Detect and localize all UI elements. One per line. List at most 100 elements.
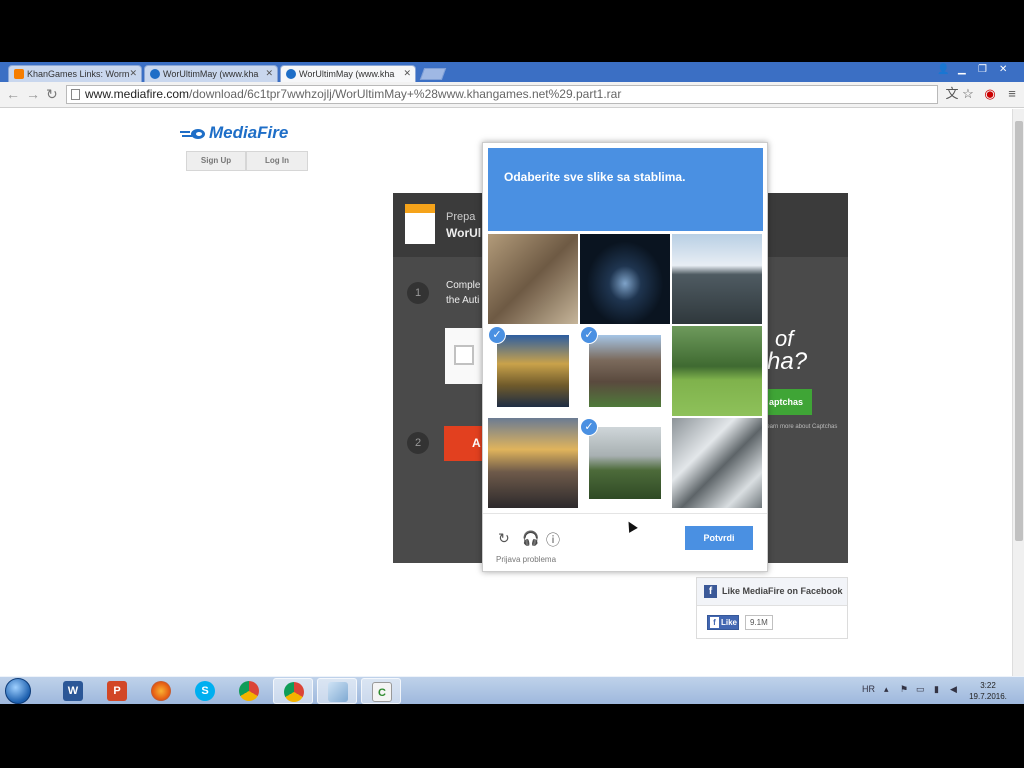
language-indicator[interactable]: HR (862, 684, 875, 694)
reload-challenge-icon[interactable]: ↻ (498, 530, 510, 547)
restore-icon[interactable]: ❐ (978, 64, 987, 75)
url-host: www.mediafire.com (85, 87, 190, 101)
download-button-label: A (472, 436, 481, 450)
step-1-badge: 1 (407, 282, 429, 304)
app-window-icon (328, 682, 348, 702)
tile-selected-check-icon: ✓ (580, 326, 598, 344)
close-tab-icon[interactable]: ✕ (129, 68, 137, 79)
taskbar-app-window[interactable] (317, 678, 357, 704)
volume-icon[interactable]: ◀ (950, 684, 957, 695)
church-photo (589, 335, 661, 407)
translate-icon[interactable]: 文 (944, 86, 960, 102)
close-tab-icon[interactable]: ✕ (265, 68, 273, 79)
log-in-button[interactable]: Log In (246, 151, 308, 171)
tab-mediafire-1[interactable]: WorUltimMay (www.kha ✕ (144, 65, 278, 82)
clock-date: 19.7.2016. (969, 692, 1007, 701)
captcha-tile-9[interactable] (672, 418, 762, 508)
preparing-text: Prepa (446, 211, 476, 223)
reload-icon[interactable]: ↻ (46, 86, 58, 103)
instruction-suffix: . (682, 170, 686, 184)
taskbar-powerpoint[interactable]: P (97, 678, 137, 704)
tab-strip: KhanGames Links: Worm ✕ WorUltimMay (www… (0, 62, 1024, 82)
like-label: Like (721, 618, 738, 627)
audio-challenge-icon[interactable]: 🎧 (522, 530, 539, 547)
start-button[interactable] (5, 678, 31, 704)
facebook-box-header: f Like MediaFire on Facebook (697, 578, 847, 606)
facebook-heading: Like MediaFire on Facebook (722, 586, 843, 596)
forward-icon[interactable]: → (26, 86, 40, 102)
verify-button[interactable]: Potvrdi (685, 526, 753, 550)
step-1-text-line2: the Auti (446, 295, 480, 306)
captcha-tile-5[interactable]: ✓ (580, 326, 670, 416)
new-tab-button[interactable] (419, 68, 447, 80)
blogger-icon (14, 69, 24, 79)
camtasia-icon: C (372, 682, 392, 702)
pier-photo (672, 234, 762, 324)
captchas-promo-note: Learn more about Captchas (763, 424, 838, 430)
show-hidden-icons-icon[interactable]: ▴ (884, 684, 889, 695)
tab-title: KhanGames Links: Worm (27, 69, 130, 79)
facebook-like-box: f Like MediaFire on Facebook f Like 9.1M (696, 577, 848, 639)
step-1-text-line1: Comple (446, 280, 481, 291)
chrome-icon (284, 682, 304, 702)
scrollbar-thumb[interactable] (1015, 121, 1023, 541)
display-icon[interactable]: ▭ (916, 684, 925, 695)
close-window-icon[interactable]: ✕ (999, 64, 1007, 75)
captcha-tile-8[interactable]: ✓ (580, 418, 670, 508)
taskbar-word[interactable]: W (53, 678, 93, 704)
captcha-tile-4[interactable]: ✓ (488, 326, 578, 416)
facebook-like-count: 9.1M (745, 615, 773, 630)
instruction-text: Odaberite sve slike sa (504, 170, 634, 184)
firefox-icon (151, 681, 171, 701)
sign-up-button[interactable]: Sign Up (186, 151, 246, 171)
bookmark-star-icon[interactable]: ☆ (960, 86, 976, 102)
sunset-city-photo (488, 418, 578, 508)
file-name: WorUl (446, 226, 482, 240)
info-icon[interactable]: ⓘ (546, 530, 560, 550)
tab-khangames[interactable]: KhanGames Links: Worm ✕ (8, 65, 142, 82)
step-2-badge: 2 (407, 432, 429, 454)
windows-taskbar: W P S C HR ▴ ⚑ ▭ ▮ ◀ 3:22 19.7.2016. (0, 676, 1024, 704)
clock-time: 3:22 (980, 681, 996, 690)
taskbar-camtasia[interactable]: C (361, 678, 401, 704)
captcha-tile-2[interactable] (580, 234, 670, 324)
action-center-flag-icon[interactable]: ⚑ (900, 684, 908, 695)
hilltop-photo (589, 427, 661, 499)
minimize-icon[interactable]: ▁ (958, 64, 966, 75)
chrome-icon (239, 681, 259, 701)
close-tab-icon[interactable]: ✕ (403, 68, 411, 79)
archive-file-icon (405, 204, 435, 244)
profile-icon[interactable]: 👤 (937, 64, 949, 75)
tab-mediafire-2[interactable]: WorUltimMay (www.kha ✕ (280, 65, 416, 82)
mediafire-flame-icon (180, 128, 205, 139)
facebook-like-button[interactable]: f Like (707, 615, 739, 630)
captcha-tile-7[interactable] (488, 418, 578, 508)
report-problem-link[interactable]: Prijava problema (496, 555, 556, 564)
recaptcha-checkbox[interactable] (454, 345, 474, 365)
captcha-tile-1[interactable] (488, 234, 578, 324)
mediafire-icon (286, 69, 296, 79)
tab-title: WorUltimMay (www.kha (163, 69, 259, 79)
address-bar[interactable]: www.mediafire.com/download/6c1tpr7wwhzoj… (66, 85, 938, 104)
back-icon[interactable]: ← (6, 86, 20, 102)
menu-icon[interactable]: ≡ (1004, 86, 1020, 102)
recaptcha-header: Odaberite sve slike sa stablima. (488, 148, 763, 231)
park-photo (672, 326, 762, 416)
extension-icon[interactable]: ◉ (982, 86, 998, 102)
word-icon: W (63, 681, 83, 701)
skype-icon: S (195, 681, 215, 701)
taskbar-chrome-active[interactable] (273, 678, 313, 704)
taskbar-firefox[interactable] (141, 678, 181, 704)
download-button[interactable]: A (444, 426, 484, 461)
captcha-tile-6[interactable] (672, 326, 762, 416)
night-bridge-photo (580, 234, 670, 324)
clock[interactable]: 3:22 19.7.2016. (968, 680, 1008, 702)
metal-sculpture-photo (488, 234, 578, 324)
mediafire-logo[interactable]: MediaFire (180, 123, 288, 143)
network-icon[interactable]: ▮ (934, 684, 939, 695)
taskbar-skype[interactable]: S (185, 678, 225, 704)
captcha-tile-3[interactable] (672, 234, 762, 324)
page-scrollbar[interactable] (1012, 109, 1024, 677)
taskbar-chrome[interactable] (229, 678, 269, 704)
recaptcha-footer: ↻ 🎧 ⓘ Prijava problema Potvrdi (483, 513, 767, 572)
